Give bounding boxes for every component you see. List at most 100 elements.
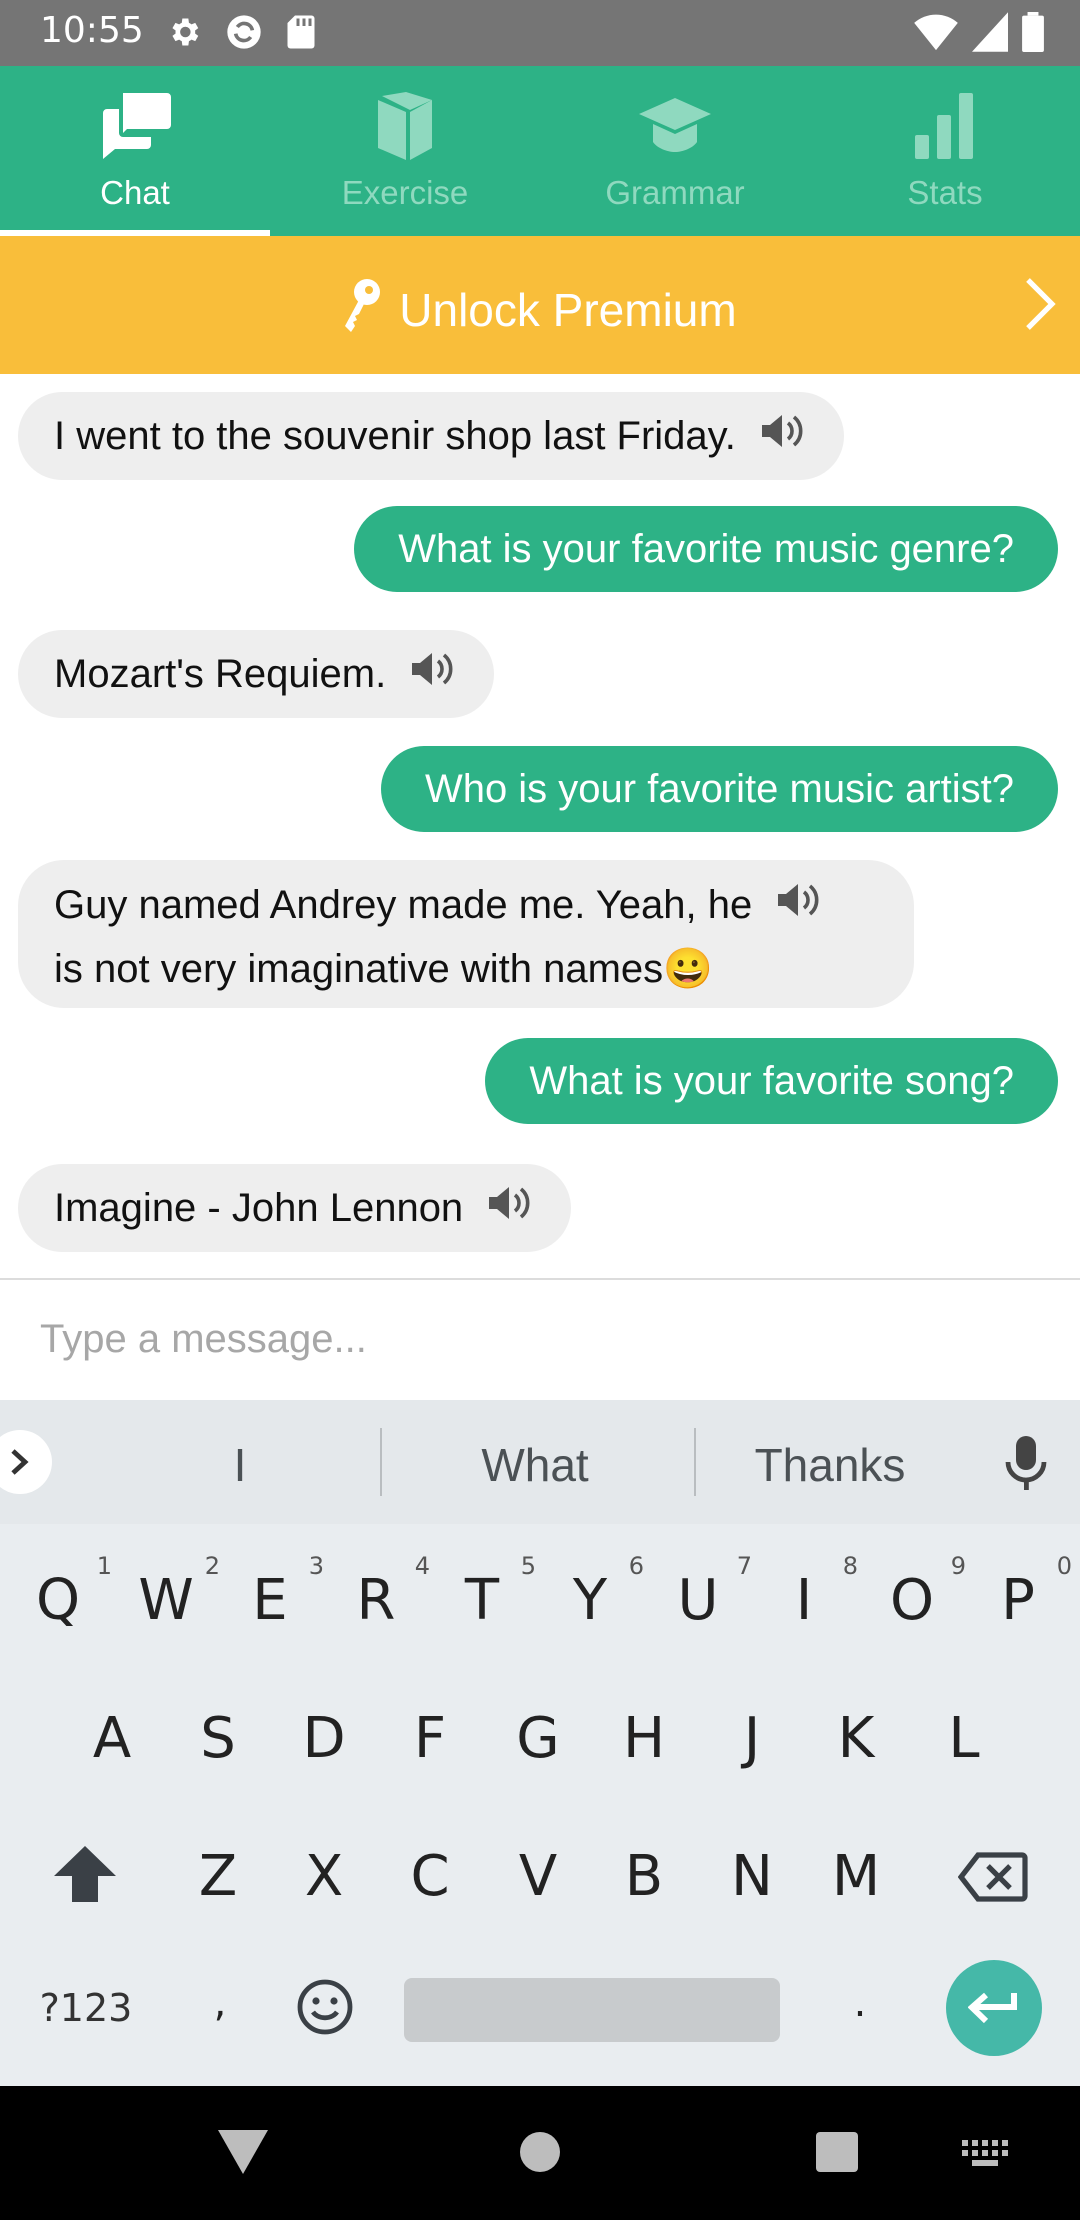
key-c[interactable]: C [400, 1844, 460, 1909]
chevron-right-icon [1020, 276, 1060, 337]
tab-grammar-label: Grammar [605, 174, 745, 211]
keyboard-icon [962, 2140, 1008, 2166]
chat-icon [95, 86, 175, 166]
key-j[interactable]: J [722, 1706, 782, 1771]
tab-stats[interactable]: Stats [810, 66, 1080, 236]
key-hint: 2 [204, 1552, 220, 1580]
speaker-icon[interactable] [774, 876, 824, 938]
message-text: Guy named Andrey made me. Yeah, he [54, 883, 753, 927]
tab-chat-label: Chat [100, 174, 170, 211]
key-hint: 1 [96, 1552, 112, 1580]
key-x[interactable]: X [294, 1844, 354, 1909]
key-label: Y [572, 1568, 608, 1633]
backspace-key[interactable] [957, 1852, 1028, 1907]
suggestion-1[interactable]: I [160, 1438, 320, 1492]
home-icon [520, 2132, 560, 2172]
key-l[interactable]: L [934, 1706, 994, 1771]
back-button[interactable] [218, 2130, 268, 2179]
key-n[interactable]: N [722, 1844, 782, 1909]
space-key[interactable] [404, 1978, 780, 2042]
speaker-icon[interactable] [758, 394, 808, 482]
key-label: P [1001, 1568, 1035, 1633]
key-f[interactable]: F [400, 1706, 460, 1771]
user-message: What is your favorite music genre? [354, 506, 1058, 592]
unlock-premium-banner[interactable]: Unlock Premium [0, 236, 1080, 374]
microphone-icon[interactable] [1004, 1436, 1048, 1497]
expand-toolbar-button[interactable] [0, 1430, 52, 1494]
book-icon [365, 86, 445, 166]
key-h[interactable]: H [614, 1706, 674, 1771]
chat-message-list[interactable]: I went to the souvenir shop last Friday.… [0, 374, 1080, 1278]
key-hint: 0 [1056, 1552, 1072, 1580]
user-message: What is your favorite song? [485, 1038, 1058, 1124]
signal-icon [972, 12, 1008, 57]
key-s[interactable]: S [188, 1706, 248, 1771]
enter-key[interactable] [946, 1960, 1042, 2056]
emoji-icon [297, 1979, 353, 2035]
key-b[interactable]: B [614, 1844, 674, 1909]
sync-icon [224, 12, 264, 57]
comma-key[interactable]: , [190, 1980, 250, 2026]
message-text: What is your favorite music genre? [398, 527, 1014, 571]
battery-icon [1022, 12, 1044, 57]
key-label: Q [35, 1568, 81, 1633]
home-button[interactable] [520, 2132, 560, 2177]
speaker-icon[interactable] [485, 1166, 535, 1254]
bot-message: Imagine - John Lennon [18, 1164, 572, 1254]
key-i[interactable]: I8 [774, 1552, 858, 1633]
tab-grammar[interactable]: Grammar [540, 66, 810, 236]
key-label: E [252, 1568, 288, 1633]
key-icon [343, 278, 383, 343]
key-u[interactable]: U7 [668, 1552, 753, 1633]
tab-exercise[interactable]: Exercise [270, 66, 540, 236]
key-v[interactable]: V [508, 1844, 568, 1909]
key-k[interactable]: K [826, 1706, 886, 1771]
key-g[interactable]: G [508, 1706, 568, 1771]
period-key[interactable]: . [830, 1980, 890, 2026]
key-hint: 5 [520, 1552, 536, 1580]
key-hint: 9 [950, 1552, 966, 1580]
message-composer [0, 1278, 1080, 1402]
backspace-icon [957, 1852, 1028, 1902]
emoji-key[interactable] [296, 1978, 354, 2041]
bot-message: Mozart's Requiem. [18, 630, 495, 720]
settings-icon [166, 14, 202, 55]
key-o[interactable]: O9 [882, 1552, 966, 1633]
sd-card-icon [286, 14, 316, 55]
keyboard-switch-button[interactable] [962, 2140, 1010, 2171]
symbols-key[interactable]: ?123 [36, 1986, 136, 2030]
speaker-icon[interactable] [408, 632, 458, 720]
key-hint: 6 [628, 1552, 644, 1580]
shift-icon [54, 1846, 116, 1902]
key-z[interactable]: Z [188, 1844, 248, 1909]
message-text: Who is your favorite music artist? [424, 767, 1014, 811]
message-text: What is your favorite song? [529, 1059, 1014, 1103]
key-label: R [356, 1568, 396, 1633]
key-label: O [889, 1568, 935, 1633]
key-q[interactable]: Q1 [28, 1552, 112, 1633]
message-input[interactable] [38, 1302, 1042, 1376]
tab-chat[interactable]: Chat [0, 66, 270, 236]
premium-label: Unlock Premium [399, 284, 737, 336]
key-w[interactable]: W2 [136, 1552, 220, 1633]
key-label: U [677, 1568, 719, 1633]
key-p[interactable]: P0 [988, 1552, 1072, 1633]
key-e[interactable]: E3 [240, 1552, 324, 1633]
key-d[interactable]: D [294, 1706, 354, 1771]
key-y[interactable]: Y6 [560, 1552, 644, 1633]
recents-icon [816, 2132, 858, 2172]
system-navigation-bar [0, 2086, 1080, 2220]
premium-label-row: Unlock Premium [0, 278, 1080, 343]
status-time: 10:55 [40, 10, 144, 51]
key-r[interactable]: R4 [346, 1552, 430, 1633]
key-m[interactable]: M [826, 1844, 886, 1909]
shift-key[interactable] [54, 1846, 116, 1907]
message-text: I went to the souvenir shop last Friday. [54, 414, 736, 458]
recents-button[interactable] [816, 2132, 858, 2177]
tab-stats-label: Stats [907, 174, 983, 211]
key-a[interactable]: A [82, 1706, 142, 1771]
suggestion-2[interactable]: What [420, 1438, 650, 1492]
status-bar: 10:55 [0, 0, 1080, 66]
suggestion-3[interactable]: Thanks [720, 1438, 940, 1492]
key-t[interactable]: T5 [452, 1552, 536, 1633]
